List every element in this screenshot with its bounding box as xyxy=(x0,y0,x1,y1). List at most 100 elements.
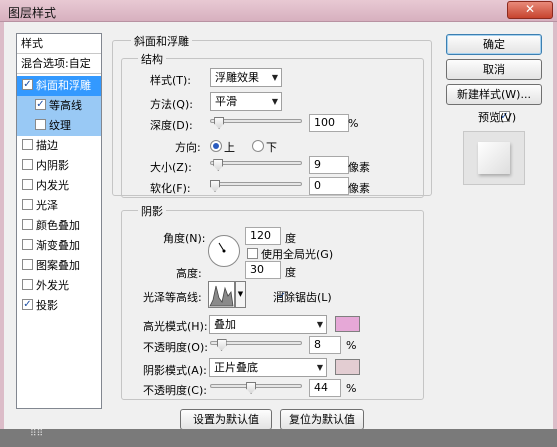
style-item-checkbox[interactable] xyxy=(22,219,33,230)
contour-curve-icon xyxy=(209,285,234,307)
style-dropdown-value: 浮雕效果 xyxy=(215,71,259,84)
ok-button[interactable]: 确定 xyxy=(446,34,542,55)
style-item-checkbox[interactable] xyxy=(22,79,33,90)
highlight-opacity-label: 不透明度(O): xyxy=(143,341,208,354)
style-item-label: 内阴影 xyxy=(36,159,69,172)
blend-options-item[interactable]: 混合选项:自定 xyxy=(17,54,101,74)
preview-label: 预览(V) xyxy=(478,111,517,124)
highlight-opacity-input[interactable]: 8 xyxy=(309,336,341,354)
highlight-mode-dropdown[interactable]: 叠加 ▼ xyxy=(209,315,327,334)
technique-dropdown[interactable]: 平滑 ▼ xyxy=(210,92,282,111)
style-item-checkbox[interactable] xyxy=(35,99,46,110)
style-item-11[interactable]: 投影 xyxy=(17,296,101,316)
shadow-mode-value: 正片叠底 xyxy=(214,361,258,374)
technique-label: 方法(Q): xyxy=(150,98,193,111)
angle-input[interactable]: 120 xyxy=(245,227,281,245)
global-light-label: 使用全局光(G) xyxy=(261,248,334,261)
style-item-checkbox[interactable] xyxy=(35,119,46,130)
depth-input[interactable]: 100 xyxy=(309,114,349,132)
style-item-7[interactable]: 颜色叠加 xyxy=(17,216,101,236)
direction-label: 方向: xyxy=(175,141,201,154)
style-label: 样式(T): xyxy=(150,74,192,87)
style-item-5[interactable]: 内发光 xyxy=(17,176,101,196)
angle-dial[interactable] xyxy=(208,235,240,267)
style-item-checkbox[interactable] xyxy=(22,279,33,290)
resize-grip-icon[interactable]: ⠿⠿ xyxy=(30,430,43,439)
soften-unit: 像素 xyxy=(348,182,370,195)
style-item-2[interactable]: 纹理 xyxy=(17,116,101,136)
angle-dial-icon xyxy=(218,242,226,253)
soften-label: 软化(F): xyxy=(150,182,191,195)
global-light-checkbox[interactable] xyxy=(247,248,258,259)
style-item-checkbox[interactable] xyxy=(22,239,33,250)
direction-up-radio[interactable] xyxy=(210,140,222,152)
style-item-10[interactable]: 外发光 xyxy=(17,276,101,296)
style-item-label: 描边 xyxy=(36,139,58,152)
style-item-4[interactable]: 内阴影 xyxy=(17,156,101,176)
direction-down-radio[interactable] xyxy=(252,140,264,152)
new-style-button[interactable]: 新建样式(W)... xyxy=(446,84,542,105)
shadow-opacity-input[interactable]: 44 xyxy=(309,379,341,397)
gloss-contour-label: 光泽等高线: xyxy=(143,291,202,304)
style-item-label: 图案叠加 xyxy=(36,259,80,272)
chevron-down-icon: ▼ xyxy=(316,363,323,372)
style-item-checkbox[interactable] xyxy=(22,139,33,150)
style-item-checkbox[interactable] xyxy=(22,159,33,170)
style-item-3[interactable]: 描边 xyxy=(17,136,101,156)
title-bar[interactable] xyxy=(0,0,557,22)
bottom-strip xyxy=(0,429,557,447)
gloss-contour-picker[interactable] xyxy=(208,281,235,308)
highlight-color-swatch[interactable] xyxy=(335,316,360,332)
size-label: 大小(Z): xyxy=(150,161,192,174)
altitude-input[interactable]: 30 xyxy=(245,261,281,279)
shadow-mode-label: 阴影模式(A): xyxy=(143,364,207,377)
shadow-opacity-label: 不透明度(C): xyxy=(143,384,207,397)
antialias-label: 消除锯齿(L) xyxy=(273,291,332,304)
style-item-label: 投影 xyxy=(36,299,58,312)
style-item-1[interactable]: 等高线 xyxy=(17,96,101,116)
size-slider-track[interactable] xyxy=(210,161,302,165)
chevron-down-icon: ▼ xyxy=(271,97,278,106)
size-input[interactable]: 9 xyxy=(309,156,349,174)
highlight-opacity-unit: % xyxy=(346,339,357,352)
style-item-8[interactable]: 渐变叠加 xyxy=(17,236,101,256)
depth-label: 深度(D): xyxy=(150,119,193,132)
shadow-mode-dropdown[interactable]: 正片叠底 ▼ xyxy=(209,358,327,377)
window-title: 图层样式 xyxy=(8,6,57,20)
style-item-checkbox[interactable] xyxy=(22,199,33,210)
style-list: 样式 混合选项:自定 斜面和浮雕等高线纹理描边内阴影内发光光泽颜色叠加渐变叠加图… xyxy=(16,33,102,409)
altitude-label: 高度: xyxy=(176,267,202,280)
chevron-down-icon: ▼ xyxy=(237,290,244,298)
style-item-label: 光泽 xyxy=(36,199,58,212)
soften-input[interactable]: 0 xyxy=(309,177,349,195)
chevron-down-icon: ▼ xyxy=(316,320,323,329)
style-item-label: 等高线 xyxy=(49,99,82,112)
set-default-button[interactable]: 设置为默认值 xyxy=(180,409,272,430)
reset-default-button[interactable]: 复位为默认值 xyxy=(280,409,364,430)
cancel-button[interactable]: 取消 xyxy=(446,59,542,80)
style-item-label: 斜面和浮雕 xyxy=(36,79,91,92)
soften-slider-track[interactable] xyxy=(210,182,302,186)
style-item-checkbox[interactable] xyxy=(22,179,33,190)
style-item-checkbox[interactable] xyxy=(22,259,33,270)
style-list-header[interactable]: 样式 xyxy=(17,34,101,54)
style-item-label: 纹理 xyxy=(49,119,71,132)
highlight-mode-value: 叠加 xyxy=(214,318,236,331)
style-item-6[interactable]: 光泽 xyxy=(17,196,101,216)
style-item-0[interactable]: 斜面和浮雕 xyxy=(17,76,101,96)
size-unit: 像素 xyxy=(348,161,370,174)
chevron-down-icon: ▼ xyxy=(271,73,278,82)
shading-group-title: 阴影 xyxy=(138,203,166,219)
shadow-color-swatch[interactable] xyxy=(335,359,360,375)
style-item-9[interactable]: 图案叠加 xyxy=(17,256,101,276)
style-item-checkbox[interactable] xyxy=(22,299,33,310)
direction-down-label: 下 xyxy=(266,141,277,154)
altitude-unit: 度 xyxy=(285,266,296,279)
style-item-label: 渐变叠加 xyxy=(36,239,80,252)
bevel-group-title: 斜面和浮雕 xyxy=(131,33,192,49)
preview-thumbnail xyxy=(478,142,510,174)
gloss-contour-dropdown[interactable]: ▼ xyxy=(235,281,246,308)
style-dropdown[interactable]: 浮雕效果 ▼ xyxy=(210,68,282,87)
close-button[interactable]: ✕ xyxy=(507,1,553,19)
highlight-mode-label: 高光模式(H): xyxy=(143,320,208,333)
